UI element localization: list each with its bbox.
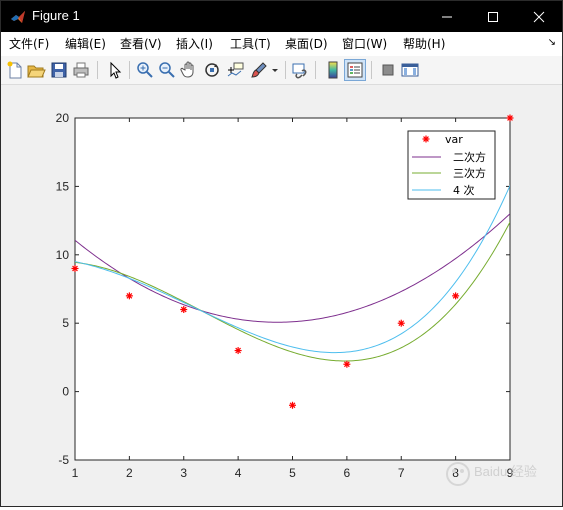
svg-text:Baidu 经验: Baidu 经验 [474, 464, 537, 479]
chevron-down-icon [272, 69, 278, 72]
data-cursor-button[interactable] [225, 60, 245, 80]
toolbar-separator [315, 61, 316, 79]
pointer-button[interactable] [105, 60, 125, 80]
save-button[interactable] [49, 60, 69, 80]
legend-icon [347, 62, 363, 78]
rotate-3d-button[interactable] [202, 60, 222, 80]
hide-plot-tools-icon [382, 64, 394, 76]
x-tick-label: 5 [289, 466, 296, 480]
maximize-icon [488, 12, 498, 22]
print-button[interactable] [71, 60, 91, 80]
pointer-icon [110, 61, 122, 79]
open-file-button[interactable] [26, 60, 46, 80]
y-tick-label: 5 [62, 316, 69, 330]
link-plot-button[interactable] [291, 60, 311, 80]
open-file-icon [27, 65, 46, 78]
show-plot-tools-icon [401, 63, 419, 77]
figure-canvas: 1 2 3 4 5 6 7 8 9 -5 0 5 10 15 20 var 二次方 三次方 4 次 [1, 85, 562, 506]
legend-label-1: 二次方 [453, 150, 486, 164]
pan-button[interactable] [179, 60, 199, 80]
data-point [234, 347, 242, 355]
legend-label-2: 三次方 [453, 166, 486, 180]
brush-button[interactable] [249, 60, 269, 80]
pan-icon [180, 61, 194, 78]
legend-button[interactable] [344, 59, 366, 81]
menu-edit[interactable]: 编辑(E) [65, 36, 106, 52]
y-tick-label: 10 [56, 248, 70, 262]
colorbar-icon [328, 61, 338, 79]
zoom-out-button[interactable] [157, 60, 177, 80]
figure-window: Figure 1 文件(F) 编辑(E) 查看(V) 插入(I) 工具(T) 桌… [0, 0, 563, 507]
x-tick-label: 4 [235, 466, 242, 480]
menu-insert[interactable]: 插入(I) [176, 36, 213, 52]
figure-toolbar [1, 56, 562, 85]
legend-marker-var [422, 135, 430, 143]
watermark: Baidu 经验 [444, 454, 554, 498]
menu-bar: 文件(F) 编辑(E) 查看(V) 插入(I) 工具(T) 桌面(D) 窗口(W… [1, 32, 562, 56]
rotate-3d-icon [205, 63, 219, 77]
menu-tools[interactable]: 工具(T) [230, 36, 271, 52]
menu-window[interactable]: 窗口(W) [342, 36, 387, 52]
x-tick-label: 2 [126, 466, 133, 480]
toolbar-separator [97, 61, 98, 79]
link-plot-icon [292, 63, 307, 79]
matlab-logo-icon [11, 11, 25, 23]
zoom-in-icon [137, 62, 153, 78]
x-tick-label: 7 [398, 466, 405, 480]
zoom-out-icon [159, 62, 175, 78]
minimize-icon [442, 16, 452, 18]
data-cursor-icon [227, 62, 244, 77]
toolbar-separator [371, 61, 372, 79]
close-button[interactable] [516, 1, 562, 32]
new-figure-button[interactable] [5, 60, 25, 80]
y-tick-label: -5 [58, 453, 69, 467]
brush-icon [251, 62, 267, 78]
x-tick-label: 1 [72, 466, 79, 480]
menu-file[interactable]: 文件(F) [9, 36, 49, 52]
save-icon [51, 62, 67, 78]
toolbar-separator [129, 61, 130, 79]
menu-help[interactable]: 帮助(H) [403, 36, 445, 52]
menu-desktop[interactable]: 桌面(D) [285, 36, 328, 52]
legend-label-var: var [445, 133, 463, 146]
y-tick-label: 0 [62, 385, 69, 399]
window-title: Figure 1 [32, 8, 80, 23]
minimize-button[interactable] [424, 1, 470, 32]
y-tick-label: 15 [56, 179, 70, 193]
title-bar[interactable]: Figure 1 [1, 1, 562, 32]
data-point [289, 401, 296, 409]
hide-plot-tools-button[interactable] [378, 60, 398, 80]
new-figure-icon [7, 61, 22, 79]
data-point [506, 114, 514, 122]
x-tick-label: 6 [344, 466, 351, 480]
x-tick-label: 3 [180, 466, 187, 480]
print-icon [73, 62, 89, 78]
menu-overflow-arrow[interactable]: ↘ [548, 37, 556, 48]
menu-view[interactable]: 查看(V) [120, 36, 162, 52]
y-tick-label: 20 [56, 111, 70, 125]
legend-label-3: 4 次 [453, 183, 475, 197]
colorbar-button[interactable] [323, 60, 343, 80]
show-plot-tools-button[interactable] [400, 60, 420, 80]
close-icon [533, 11, 545, 23]
plot-area[interactable]: 1 2 3 4 5 6 7 8 9-505101520var二次方三次方4 次 [1, 85, 562, 506]
baidu-watermark-icon: Baidu 经验 [446, 462, 537, 486]
zoom-in-button[interactable] [135, 60, 155, 80]
toolbar-separator [285, 61, 286, 79]
brush-dropdown-button[interactable] [269, 60, 281, 80]
maximize-button[interactable] [470, 1, 516, 32]
